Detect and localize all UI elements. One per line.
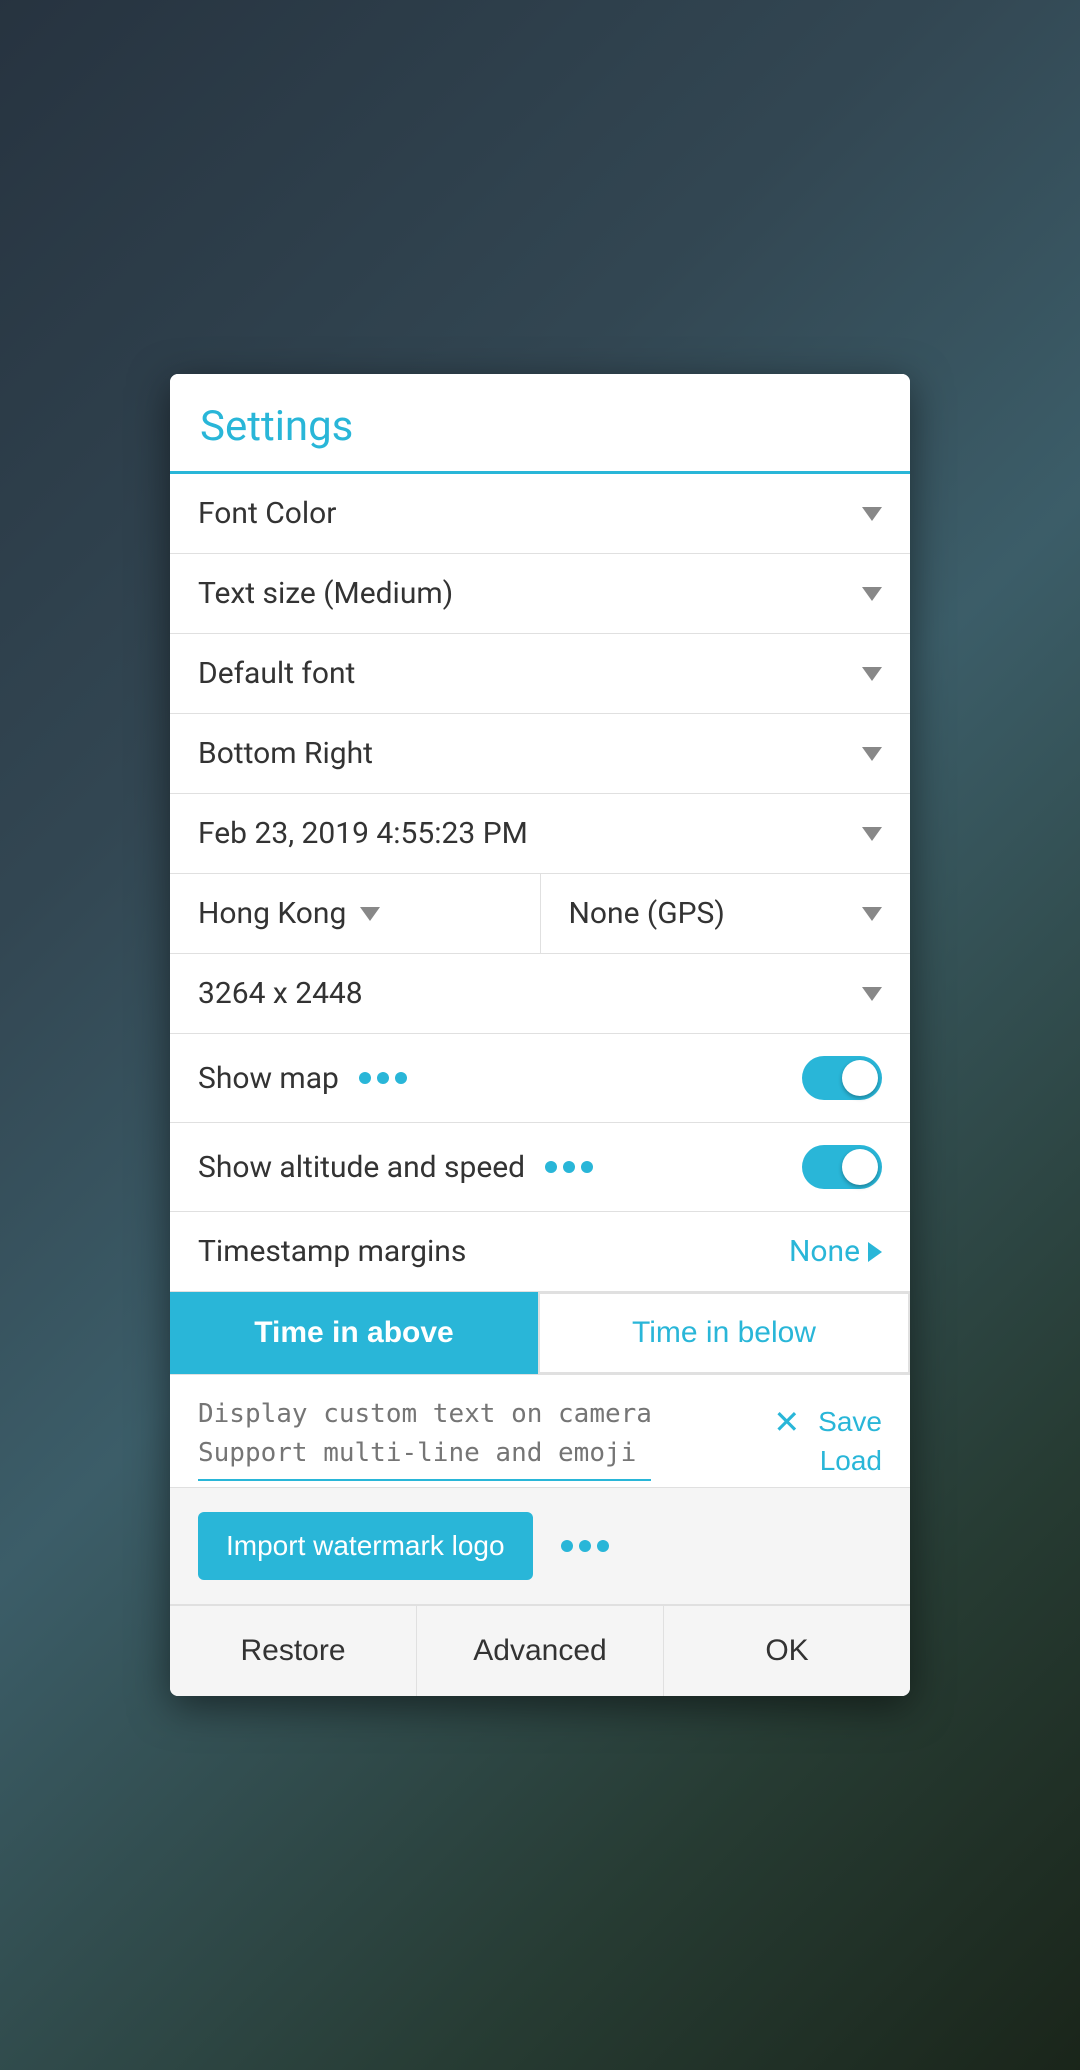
- dot: [561, 1540, 573, 1552]
- show-altitude-label: Show altitude and speed: [198, 1150, 525, 1185]
- import-watermark-button[interactable]: Import watermark logo: [198, 1512, 533, 1580]
- dot: [359, 1072, 371, 1084]
- chevron-down-icon: [862, 667, 882, 681]
- default-font-label: Default font: [198, 656, 355, 691]
- show-map-toggle[interactable]: [802, 1056, 882, 1100]
- chevron-down-icon: [862, 507, 882, 521]
- dot: [579, 1540, 591, 1552]
- advanced-button[interactable]: Advanced: [417, 1606, 664, 1696]
- settings-list: Font Color Text size (Medium) Default fo…: [170, 474, 910, 1605]
- tab-time-below[interactable]: Time in below: [538, 1292, 910, 1374]
- restore-button[interactable]: Restore: [170, 1606, 417, 1696]
- show-map-row: Show map: [170, 1034, 910, 1123]
- dot: [563, 1161, 575, 1173]
- time-tab-switcher: Time in above Time in below: [170, 1292, 910, 1375]
- load-text-button[interactable]: Load: [820, 1445, 882, 1477]
- show-map-dots[interactable]: [359, 1072, 407, 1084]
- dot: [581, 1161, 593, 1173]
- chevron-down-icon: [862, 747, 882, 761]
- dialog-header: Settings: [170, 374, 910, 474]
- settings-dialog: Settings Font Color Text size (Medium) D…: [170, 374, 910, 1696]
- show-altitude-toggle[interactable]: [802, 1145, 882, 1189]
- datetime-label: Feb 23, 2019 4:55:23 PM: [198, 816, 528, 851]
- chevron-down-icon: [862, 587, 882, 601]
- datetime-row[interactable]: Feb 23, 2019 4:55:23 PM: [170, 794, 910, 874]
- timestamp-margins-value-group[interactable]: None: [789, 1234, 882, 1269]
- toggle-knob: [842, 1060, 878, 1096]
- input-underline: [198, 1479, 651, 1481]
- save-text-button[interactable]: Save: [818, 1406, 882, 1438]
- resolution-label: 3264 x 2448: [198, 976, 363, 1011]
- toggle-knob: [842, 1149, 878, 1185]
- show-altitude-left: Show altitude and speed: [198, 1150, 593, 1185]
- resolution-row[interactable]: 3264 x 2448: [170, 954, 910, 1034]
- show-map-label: Show map: [198, 1061, 339, 1096]
- show-altitude-dots[interactable]: [545, 1161, 593, 1173]
- chevron-right-icon: [868, 1242, 882, 1262]
- import-watermark-row: Import watermark logo: [170, 1488, 910, 1605]
- show-map-left: Show map: [198, 1061, 407, 1096]
- chevron-down-icon: [360, 907, 380, 921]
- chevron-down-icon: [862, 827, 882, 841]
- position-row[interactable]: Bottom Right: [170, 714, 910, 794]
- ok-button[interactable]: OK: [664, 1606, 910, 1696]
- clear-text-button[interactable]: ✕: [773, 1403, 800, 1441]
- chevron-down-icon: [862, 987, 882, 1001]
- dot: [545, 1161, 557, 1173]
- gps-label: None (GPS): [569, 896, 725, 931]
- dot: [377, 1072, 389, 1084]
- location-field[interactable]: Hong Kong: [170, 874, 541, 953]
- show-altitude-row: Show altitude and speed: [170, 1123, 910, 1212]
- dialog-title: Settings: [200, 402, 353, 451]
- chevron-down-icon: [862, 907, 882, 921]
- tab-time-above[interactable]: Time in above: [170, 1292, 538, 1374]
- timestamp-margins-row[interactable]: Timestamp margins None: [170, 1212, 910, 1292]
- font-color-row[interactable]: Font Color: [170, 474, 910, 554]
- location-label: Hong Kong: [198, 896, 346, 931]
- footer-buttons: Restore Advanced OK: [170, 1605, 910, 1696]
- position-label: Bottom Right: [198, 736, 373, 771]
- dot: [597, 1540, 609, 1552]
- gps-field[interactable]: None (GPS): [541, 874, 911, 953]
- timestamp-margins-label: Timestamp margins: [198, 1234, 466, 1269]
- custom-text-input[interactable]: [198, 1395, 761, 1475]
- text-size-row[interactable]: Text size (Medium): [170, 554, 910, 634]
- default-font-row[interactable]: Default font: [170, 634, 910, 714]
- location-gps-row: Hong Kong None (GPS): [170, 874, 910, 954]
- timestamp-margins-value: None: [789, 1234, 860, 1269]
- text-size-label: Text size (Medium): [198, 576, 453, 611]
- custom-text-section: ✕ Save Load: [170, 1375, 910, 1488]
- import-dots[interactable]: [561, 1540, 609, 1552]
- dot: [395, 1072, 407, 1084]
- font-color-label: Font Color: [198, 496, 336, 531]
